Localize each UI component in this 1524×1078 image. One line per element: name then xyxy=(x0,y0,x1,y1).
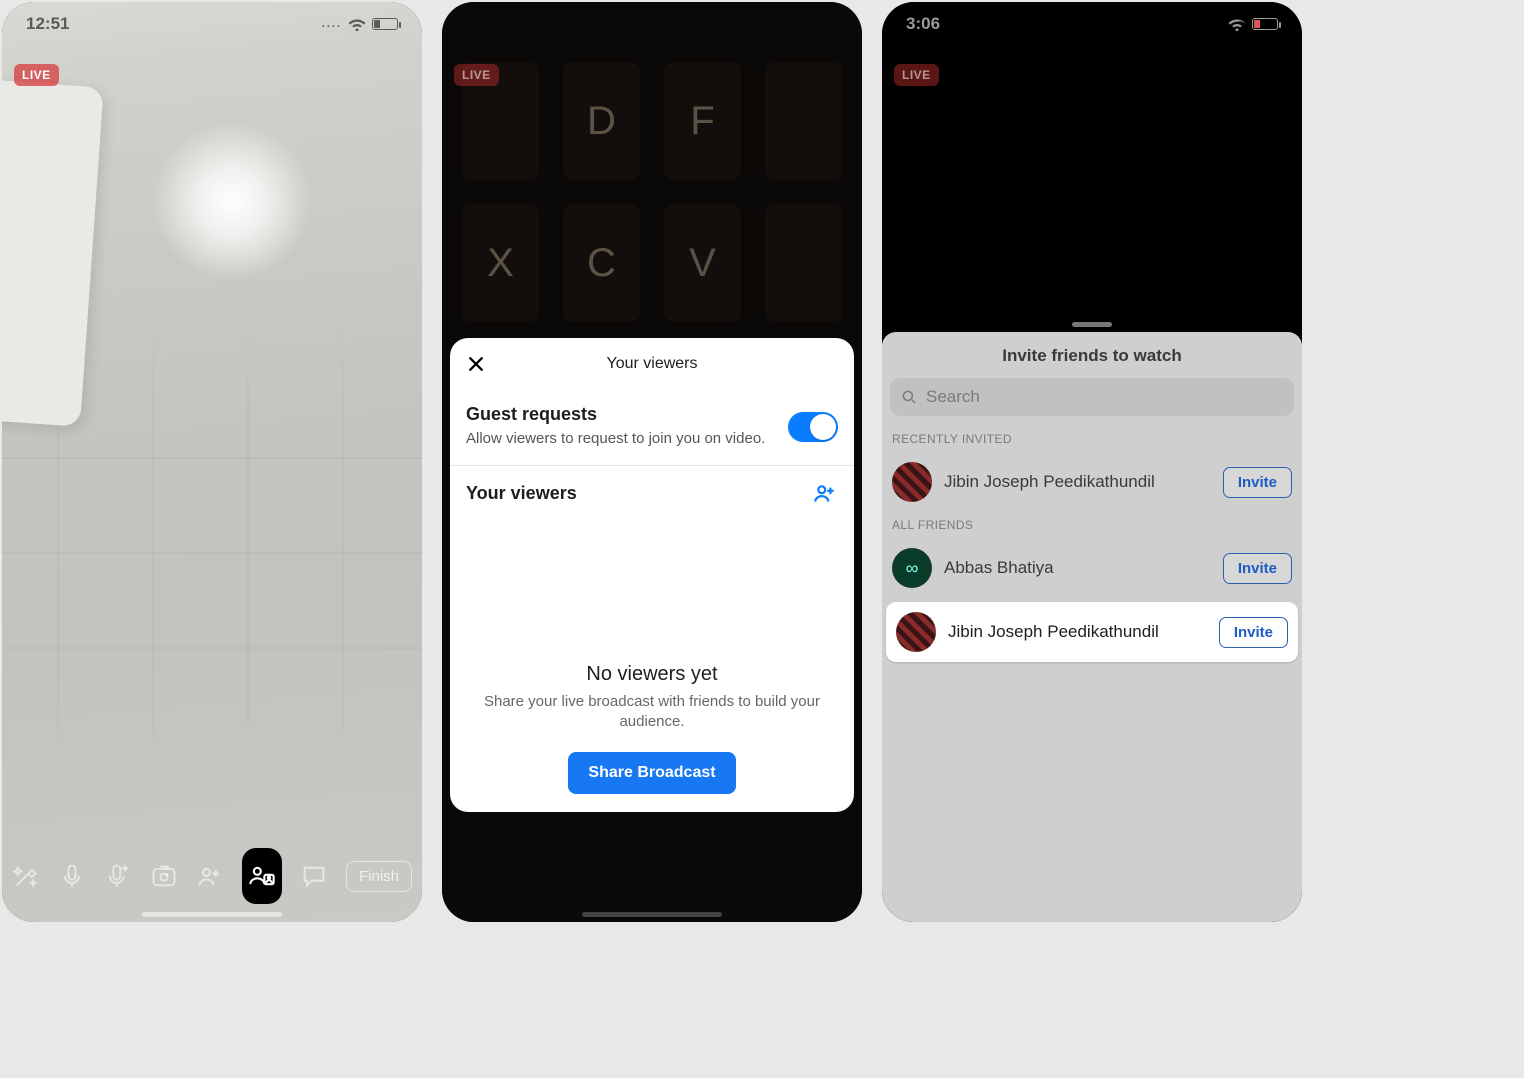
invite-button[interactable]: Invite xyxy=(1219,617,1288,648)
invite-friends-context: 3:06 LIVE Invite friends to watch Search… xyxy=(882,2,1302,922)
viewers-bottom-sheet: Your viewers Guest requests Allow viewer… xyxy=(450,338,854,812)
viewers-icon[interactable] xyxy=(242,848,282,904)
your-viewers-row: Your viewers xyxy=(450,466,854,520)
effects-icon[interactable] xyxy=(12,859,40,893)
home-indicator[interactable] xyxy=(582,912,722,917)
section-all-friends: ALL FRIENDS xyxy=(882,512,1302,538)
clock: 12:51 xyxy=(26,14,69,34)
sheet-drag-handle[interactable] xyxy=(1072,322,1112,327)
status-icons: .... xyxy=(322,17,398,31)
live-camera-view: 12:51 .... LIVE xyxy=(2,2,422,922)
invite-people-icon[interactable] xyxy=(196,859,224,893)
friend-row: Jibin Joseph Peedikathundil Invite xyxy=(882,452,1302,512)
avatar xyxy=(892,462,932,502)
invite-viewers-icon[interactable] xyxy=(812,480,838,506)
status-bar: 3:06 xyxy=(882,2,1302,46)
status-icons xyxy=(1228,17,1278,31)
section-recently-invited: RECENTLY INVITED xyxy=(882,426,1302,452)
search-icon xyxy=(900,388,918,406)
microphone-icon[interactable] xyxy=(58,859,86,893)
your-viewers-title: Your viewers xyxy=(466,483,577,504)
friend-row-highlighted[interactable]: Jibin Joseph Peedikathundil Invite xyxy=(886,602,1298,662)
guest-requests-desc: Allow viewers to request to join you on … xyxy=(466,429,776,449)
phone-screen-2: DF XCV LIVE Your viewers Guest requests … xyxy=(442,2,862,922)
panel-title: Invite friends to watch xyxy=(882,332,1302,378)
search-input[interactable]: Search xyxy=(890,378,1294,416)
friend-name: Jibin Joseph Peedikathundil xyxy=(948,622,1207,642)
wifi-icon xyxy=(348,17,366,31)
guest-requests-title: Guest requests xyxy=(466,404,776,425)
share-broadcast-button[interactable]: Share Broadcast xyxy=(568,752,735,794)
friend-row: ∞ Abbas Bhatiya Invite xyxy=(882,538,1302,598)
phone-screen-1: 12:51 .... LIVE xyxy=(2,2,422,922)
invite-friends-panel: Invite friends to watch Search RECENTLY … xyxy=(882,332,1302,922)
invite-button[interactable]: Invite xyxy=(1223,467,1292,498)
comment-icon[interactable] xyxy=(300,859,328,893)
no-viewers-empty-state: No viewers yet Share your live broadcast… xyxy=(450,520,854,812)
finish-button[interactable]: Finish xyxy=(346,861,412,892)
invite-button[interactable]: Invite xyxy=(1223,553,1292,584)
live-badge: LIVE xyxy=(14,64,59,86)
clock: 3:06 xyxy=(906,14,940,34)
status-bar: 12:51 .... xyxy=(2,2,422,46)
cellular-icon: .... xyxy=(322,18,342,30)
empty-title: No viewers yet xyxy=(586,663,717,686)
friend-name: Abbas Bhatiya xyxy=(944,558,1211,578)
avatar: ∞ xyxy=(892,548,932,588)
viewers-sheet-context: DF XCV LIVE Your viewers Guest requests … xyxy=(442,2,862,922)
battery-icon xyxy=(372,18,398,30)
phone-screen-3: 3:06 LIVE Invite friends to watch Search… xyxy=(882,2,1302,922)
voice-effect-icon[interactable] xyxy=(104,859,132,893)
battery-low-icon xyxy=(1252,18,1278,30)
close-icon[interactable] xyxy=(464,352,488,376)
avatar xyxy=(896,612,936,652)
live-badge: LIVE xyxy=(894,64,939,86)
friend-name: Jibin Joseph Peedikathundil xyxy=(944,472,1211,492)
search-placeholder: Search xyxy=(926,387,980,407)
wifi-icon xyxy=(1228,17,1246,31)
home-indicator[interactable] xyxy=(142,912,282,917)
sheet-title: Your viewers xyxy=(606,355,697,373)
live-badge: LIVE xyxy=(454,64,499,86)
flip-camera-icon[interactable] xyxy=(150,859,178,893)
empty-desc: Share your live broadcast with friends t… xyxy=(478,692,826,733)
guest-requests-toggle[interactable] xyxy=(788,412,838,442)
guest-requests-section: Guest requests Allow viewers to request … xyxy=(450,390,854,466)
live-toolbar: Finish xyxy=(2,848,422,904)
